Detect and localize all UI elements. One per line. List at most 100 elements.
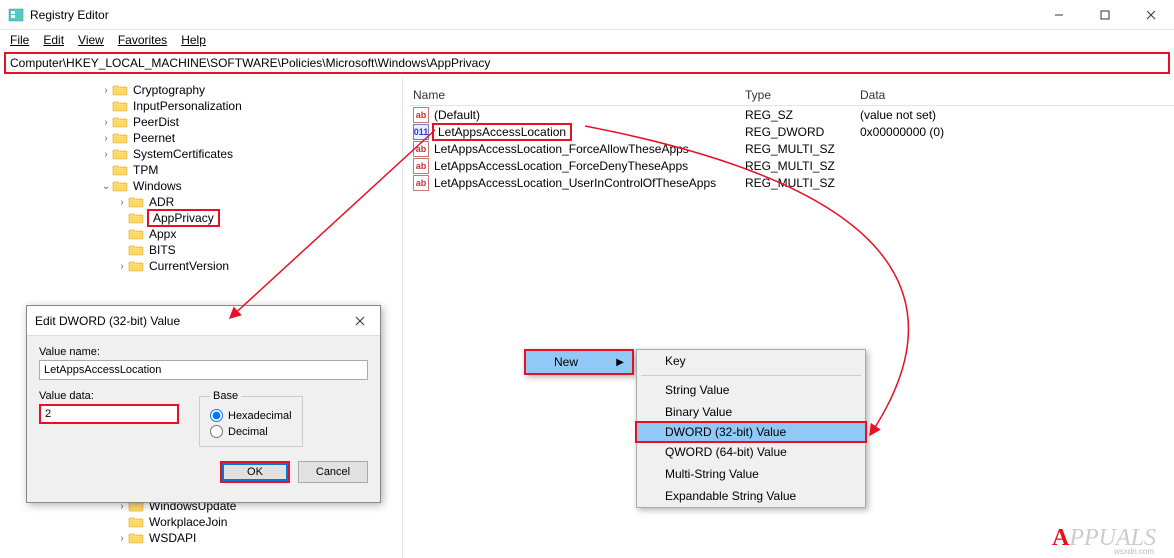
value-type: REG_DWORD: [741, 125, 856, 139]
tree-label: InputPersonalization: [131, 99, 244, 113]
menu-file[interactable]: File: [4, 31, 35, 49]
tree-expander-icon[interactable]: ⌄: [100, 181, 112, 192]
list-row[interactable]: 011LetAppsAccessLocationREG_DWORD0x00000…: [409, 123, 1174, 140]
value-type: REG_MULTI_SZ: [741, 142, 856, 156]
folder-icon: [112, 83, 128, 97]
tree-item[interactable]: InputPersonalization: [0, 98, 402, 114]
menu-favorites[interactable]: Favorites: [112, 31, 173, 49]
folder-icon: [112, 179, 128, 193]
tree-item[interactable]: ⌄ Windows: [0, 178, 402, 194]
dialog-close-button[interactable]: [340, 306, 380, 336]
edit-dword-dialog: Edit DWORD (32-bit) Value Value name: Va…: [26, 305, 381, 503]
tree-label: ADR: [147, 195, 176, 209]
app-icon: [8, 7, 24, 23]
tree-expander-icon[interactable]: ›: [100, 133, 112, 144]
titlebar: Registry Editor: [0, 0, 1174, 30]
menubar: File Edit View Favorites Help: [0, 30, 1174, 50]
folder-icon: [128, 531, 144, 545]
ctx-new[interactable]: New ▶: [526, 351, 632, 373]
tree-label: Peernet: [131, 131, 177, 145]
ctx-key[interactable]: Key: [637, 350, 865, 372]
tree-item[interactable]: › ADR: [0, 194, 402, 210]
close-button[interactable]: [1128, 0, 1174, 30]
folder-icon: [128, 211, 144, 225]
radio-hex[interactable]: [210, 409, 223, 422]
tree-label: Windows: [131, 179, 184, 193]
tree-label: SystemCertificates: [131, 147, 235, 161]
tree-expander-icon[interactable]: ›: [116, 197, 128, 208]
tree-label: WSDAPI: [147, 531, 198, 545]
tree-label: TPM: [131, 163, 160, 177]
col-header-type[interactable]: Type: [741, 88, 856, 102]
tree-label: Appx: [147, 227, 178, 241]
value-name: LetAppsAccessLocation_ForceDenyTheseApps: [432, 159, 690, 173]
tree-item[interactable]: ›PeerDist: [0, 114, 402, 130]
value-type: REG_MULTI_SZ: [741, 176, 856, 190]
col-header-data[interactable]: Data: [856, 88, 1056, 102]
ctx-binary[interactable]: Binary Value: [637, 401, 865, 423]
folder-icon: [112, 131, 128, 145]
value-name-input[interactable]: [39, 360, 368, 380]
menu-edit[interactable]: Edit: [37, 31, 70, 49]
tree-item[interactable]: Appx: [0, 226, 402, 242]
folder-icon: [128, 259, 144, 273]
list-row[interactable]: abLetAppsAccessLocation_ForceAllowTheseA…: [409, 140, 1174, 157]
base-legend: Base: [210, 390, 241, 402]
value-name-label: Value name:: [39, 346, 368, 358]
window-title: Registry Editor: [30, 8, 1036, 22]
folder-icon: [128, 243, 144, 257]
value-name: (Default): [432, 108, 482, 122]
ctx-separator: [641, 375, 861, 376]
value-type-icon: ab: [413, 141, 429, 157]
col-header-name[interactable]: Name: [409, 88, 741, 102]
minimize-button[interactable]: [1036, 0, 1082, 30]
ok-button[interactable]: OK: [220, 461, 290, 483]
folder-icon: [112, 115, 128, 129]
value-name: LetAppsAccessLocation_ForceAllowTheseApp…: [432, 142, 691, 156]
tree-item[interactable]: ›Cryptography: [0, 82, 402, 98]
value-type: REG_MULTI_SZ: [741, 159, 856, 173]
folder-icon: [112, 163, 128, 177]
dialog-title-text: Edit DWORD (32-bit) Value: [35, 314, 340, 328]
tree-item[interactable]: WorkplaceJoin: [0, 514, 402, 530]
tree-label: AppPrivacy: [147, 209, 220, 227]
ctx-expandstring[interactable]: Expandable String Value: [637, 485, 865, 507]
tree-expander-icon[interactable]: ›: [116, 261, 128, 272]
ctx-qword64[interactable]: QWORD (64-bit) Value: [637, 441, 865, 463]
folder-icon: [128, 195, 144, 209]
radio-dec[interactable]: [210, 425, 223, 438]
tree-item[interactable]: ›CurrentVersion: [0, 258, 402, 274]
context-menu-primary: New ▶: [524, 349, 634, 375]
value-name: LetAppsAccessLocation_UserInControlOfThe…: [432, 176, 718, 190]
tree-label: WorkplaceJoin: [147, 515, 229, 529]
list-row[interactable]: abLetAppsAccessLocation_UserInControlOfT…: [409, 174, 1174, 191]
menu-help[interactable]: Help: [175, 31, 212, 49]
value-data-label: Value data:: [39, 390, 179, 402]
folder-icon: [112, 147, 128, 161]
value-data: 0x00000000 (0): [856, 125, 1056, 139]
tree-expander-icon[interactable]: ›: [100, 117, 112, 128]
tree-item[interactable]: TPM: [0, 162, 402, 178]
folder-icon: [128, 227, 144, 241]
menu-view[interactable]: View: [72, 31, 110, 49]
cancel-button[interactable]: Cancel: [298, 461, 368, 483]
address-bar[interactable]: Computer\HKEY_LOCAL_MACHINE\SOFTWARE\Pol…: [4, 52, 1170, 74]
tree-item[interactable]: › SystemCertificates: [0, 146, 402, 162]
tree-expander-icon[interactable]: ›: [100, 149, 112, 160]
list-row[interactable]: abLetAppsAccessLocation_ForceDenyTheseAp…: [409, 157, 1174, 174]
value-data: (value not set): [856, 108, 1056, 122]
tree-expander-icon[interactable]: ›: [100, 85, 112, 96]
list-row[interactable]: ab(Default)REG_SZ(value not set): [409, 106, 1174, 123]
value-name: LetAppsAccessLocation: [432, 123, 572, 141]
ctx-dword32[interactable]: DWORD (32-bit) Value: [635, 421, 867, 443]
tree-item[interactable]: BITS: [0, 242, 402, 258]
tree-item[interactable]: › Peernet: [0, 130, 402, 146]
tree-item[interactable]: AppPrivacy: [0, 210, 402, 226]
maximize-button[interactable]: [1082, 0, 1128, 30]
tree-expander-icon[interactable]: ›: [116, 533, 128, 544]
list-header: Name Type Data: [409, 84, 1174, 106]
ctx-string[interactable]: String Value: [637, 379, 865, 401]
tree-item[interactable]: › WSDAPI: [0, 530, 402, 546]
ctx-multistring[interactable]: Multi-String Value: [637, 463, 865, 485]
value-data-input[interactable]: [39, 404, 179, 424]
